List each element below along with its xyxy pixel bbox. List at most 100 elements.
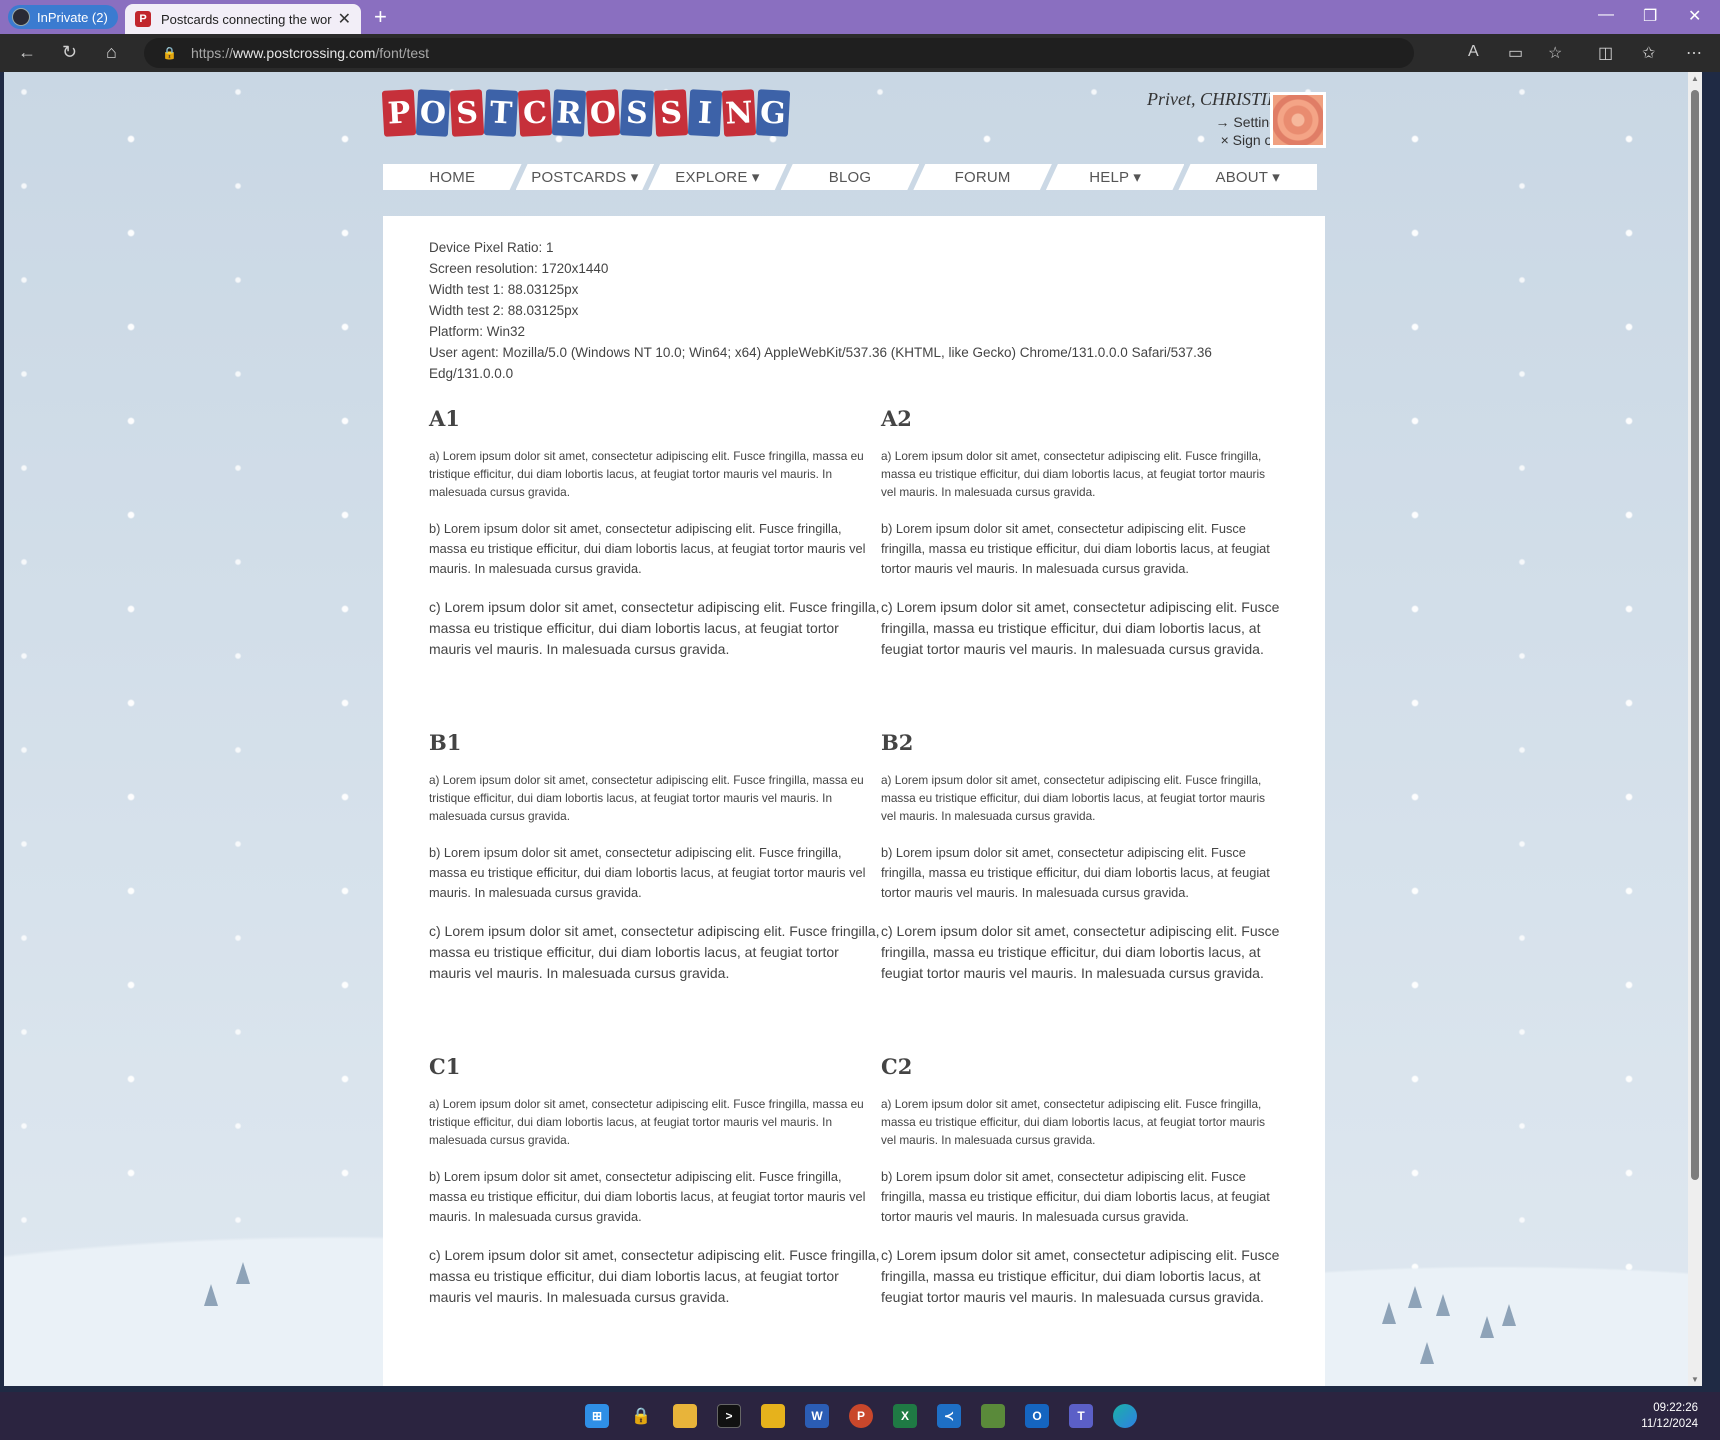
chart-app-icon[interactable] (981, 1404, 1005, 1428)
start-icon[interactable]: ⊞ (585, 1404, 609, 1428)
section-title: B2 (881, 730, 914, 755)
postcrossing-logo[interactable]: POSTCROSSING (381, 89, 791, 137)
width-test-2: Width test 2: 88.03125px (429, 303, 579, 318)
width-test-1: Width test 1: 88.03125px (429, 282, 579, 297)
lorem-b: b) Lorem ipsum dolor sit amet, consectet… (881, 845, 1270, 900)
refresh-icon[interactable]: ↻ (62, 42, 77, 63)
browser-tab[interactable]: P Postcards connecting the world - ✕ (125, 4, 361, 34)
outlook-icon[interactable]: O (1025, 1404, 1049, 1428)
resolution-text: Screen resolution: 1720x1440 (429, 261, 609, 276)
favorite-star-icon[interactable]: ☆ (1548, 43, 1562, 63)
section-c2: C2 a) Lorem ipsum dolor sit amet, consec… (881, 1054, 1281, 1378)
tree-icon (236, 1262, 250, 1284)
edge-icon[interactable] (1113, 1404, 1137, 1428)
section-b2: B2 a) Lorem ipsum dolor sit amet, consec… (881, 730, 1281, 1054)
lorem-b: b) Lorem ipsum dolor sit amet, consectet… (881, 1169, 1270, 1224)
close-tab-icon[interactable]: ✕ (338, 9, 351, 29)
lorem-b: b) Lorem ipsum dolor sit amet, consectet… (429, 521, 866, 576)
vscode-icon[interactable]: ≺ (937, 1404, 961, 1428)
file-explorer-icon[interactable] (673, 1404, 697, 1428)
nav-forum[interactable]: FORUM (913, 164, 1052, 190)
immersive-reader-icon[interactable]: ▭ (1508, 43, 1523, 63)
favorites-icon[interactable]: ✩ (1642, 43, 1655, 63)
url-domain: www.postcrossing.com (232, 45, 376, 61)
tab-title: Postcards connecting the world - (161, 11, 332, 27)
lorem-c: c) Lorem ipsum dolor sit amet, consectet… (881, 1247, 1280, 1305)
section-title: C2 (881, 1054, 913, 1079)
nav-blog[interactable]: BLOG (781, 164, 920, 190)
logo-letter: S (619, 89, 655, 137)
section-title: A1 (429, 406, 460, 431)
minimize-icon[interactable]: — (1598, 6, 1614, 24)
browser-titlebar: InPrivate (2) P Postcards connecting the… (0, 0, 1720, 34)
tree-icon (1480, 1316, 1494, 1338)
page-viewport: POSTCROSSING Privet, CHRISTIE! → Setting… (4, 72, 1702, 1386)
more-menu-icon[interactable]: ⋯ (1686, 43, 1702, 63)
font-test-grid: A1 a) Lorem ipsum dolor sit amet, consec… (429, 406, 1279, 1378)
teams-icon[interactable]: T (1069, 1404, 1093, 1428)
system-clock[interactable]: 09:22:26 11/12/2024 (1641, 1400, 1698, 1432)
nav-help[interactable]: HELP ▾ (1046, 164, 1185, 190)
tree-icon (1420, 1342, 1434, 1364)
section-c1: C1 a) Lorem ipsum dolor sit amet, consec… (429, 1054, 881, 1378)
terminal-icon[interactable]: > (717, 1404, 741, 1428)
word-icon[interactable]: W (805, 1404, 829, 1428)
excel-icon[interactable]: X (893, 1404, 917, 1428)
powerpoint-icon[interactable]: P (849, 1404, 873, 1428)
lorem-b: b) Lorem ipsum dolor sit amet, consectet… (881, 521, 1270, 576)
lorem-a: a) Lorem ipsum dolor sit amet, consectet… (881, 449, 1266, 499)
scroll-up-icon[interactable]: ▲ (1691, 74, 1699, 83)
section-a2: A2 a) Lorem ipsum dolor sit amet, consec… (881, 406, 1281, 730)
scroll-down-icon[interactable]: ▼ (1691, 1375, 1699, 1384)
nav-home[interactable]: HOME (383, 164, 522, 190)
lorem-b: b) Lorem ipsum dolor sit amet, consectet… (429, 1169, 866, 1224)
tree-icon (1436, 1294, 1450, 1316)
back-icon[interactable]: ← (18, 42, 36, 63)
restore-icon[interactable]: ❐ (1643, 6, 1657, 26)
main-nav: HOME POSTCARDS ▾ EXPLORE ▾ BLOG FORUM HE… (383, 164, 1318, 190)
logo-letter: O (585, 89, 621, 137)
url-path: /font/test (375, 45, 430, 61)
section-b1: B1 a) Lorem ipsum dolor sit amet, consec… (429, 730, 881, 1054)
lorem-a: a) Lorem ipsum dolor sit amet, consectet… (429, 773, 864, 823)
scrollbar-thumb[interactable] (1691, 90, 1699, 1180)
read-aloud-icon[interactable]: A (1468, 43, 1479, 61)
lorem-c: c) Lorem ipsum dolor sit amet, consectet… (881, 599, 1280, 657)
windows-taskbar: ⊞ 🔒 > W P X ≺ O T 09:22:26 11/12/2024 (0, 1392, 1720, 1440)
profile-avatar-icon (12, 8, 30, 26)
logo-letter: G (755, 89, 791, 137)
section-title: B1 (429, 730, 462, 755)
avatar[interactable] (1270, 92, 1326, 148)
lorem-a: a) Lorem ipsum dolor sit amet, consectet… (429, 1097, 864, 1147)
section-title: A2 (881, 406, 912, 431)
lock-icon[interactable]: 🔒 (162, 46, 177, 60)
logo-letter: I (687, 89, 723, 137)
user-agent-text: User agent: Mozilla/5.0 (Windows NT 10.0… (429, 345, 1212, 381)
page-scrollbar[interactable]: ▲ ▼ (1688, 72, 1702, 1386)
nav-postcards[interactable]: POSTCARDS ▾ (516, 164, 655, 190)
inprivate-badge[interactable]: InPrivate (2) (8, 5, 118, 29)
new-tab-icon[interactable]: + (374, 4, 387, 30)
lock-app-icon[interactable]: 🔒 (629, 1404, 653, 1428)
tree-icon (204, 1284, 218, 1306)
lorem-c: c) Lorem ipsum dolor sit amet, consectet… (429, 1247, 880, 1305)
lorem-c: c) Lorem ipsum dolor sit amet, consectet… (429, 599, 880, 657)
nav-about[interactable]: ABOUT ▾ (1178, 164, 1318, 190)
power-bi-icon[interactable] (761, 1404, 785, 1428)
home-icon[interactable]: ⌂ (106, 42, 117, 63)
tree-icon (1382, 1302, 1396, 1324)
logo-letter: C (517, 89, 553, 137)
lorem-b: b) Lorem ipsum dolor sit amet, consectet… (429, 845, 866, 900)
logo-letter: S (653, 89, 689, 137)
close-window-icon[interactable]: ✕ (1688, 6, 1701, 26)
greeting: Privet, CHRISTIE! (1147, 89, 1284, 109)
split-screen-icon[interactable]: ◫ (1598, 43, 1613, 63)
clock-date: 11/12/2024 (1641, 1418, 1698, 1430)
logo-letter: N (721, 89, 757, 137)
logo-letter: S (449, 89, 485, 137)
settings-link[interactable]: → Settings (1147, 114, 1284, 130)
nav-explore[interactable]: EXPLORE ▾ (648, 164, 787, 190)
lorem-c: c) Lorem ipsum dolor sit amet, consectet… (429, 923, 880, 981)
signout-link[interactable]: × Sign out (1147, 132, 1284, 148)
address-bar[interactable]: 🔒 https://www.postcrossing.com/font/test (144, 38, 1414, 68)
